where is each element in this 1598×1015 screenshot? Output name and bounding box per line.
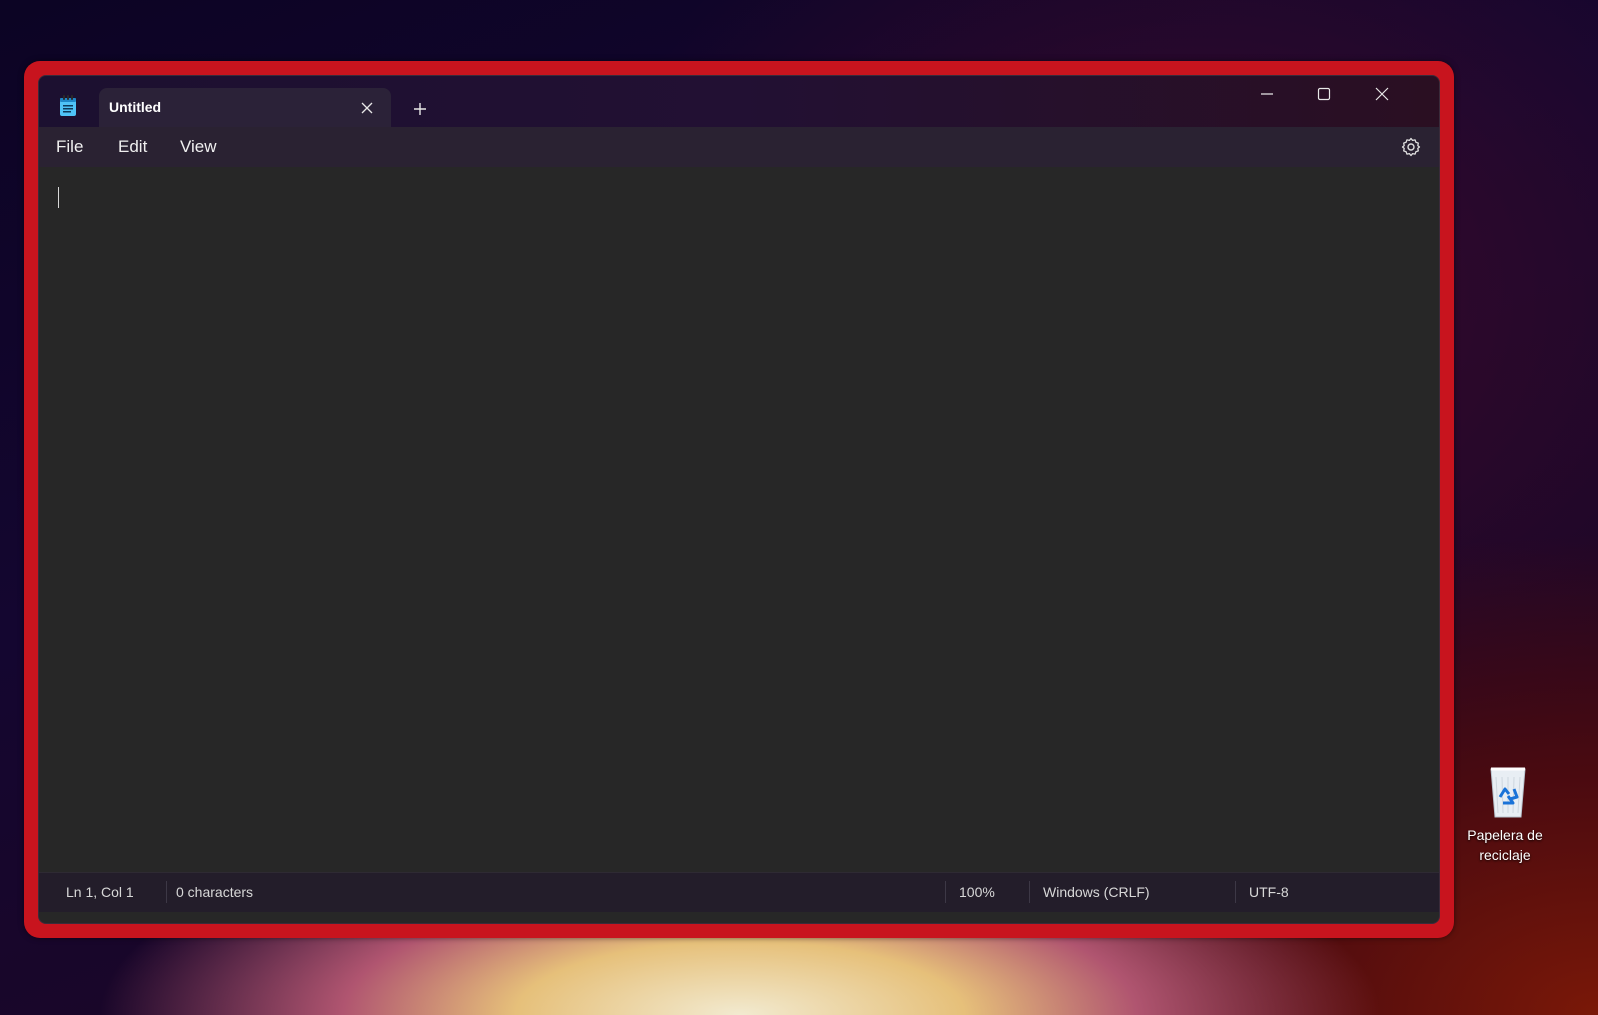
status-divider bbox=[166, 881, 167, 903]
minimize-icon[interactable] bbox=[1238, 76, 1296, 112]
recycle-bin-icon bbox=[1486, 763, 1530, 821]
status-divider bbox=[1029, 881, 1030, 903]
close-icon[interactable] bbox=[1353, 76, 1411, 112]
status-character-count: 0 characters bbox=[176, 884, 254, 900]
maximize-icon[interactable] bbox=[1295, 76, 1353, 112]
tab-close-icon[interactable] bbox=[357, 98, 377, 118]
status-divider bbox=[945, 881, 946, 903]
text-caret bbox=[58, 187, 59, 208]
menu-file[interactable]: File bbox=[48, 127, 91, 167]
menu-view[interactable]: View bbox=[172, 127, 225, 167]
menu-bar: File Edit View bbox=[39, 127, 1439, 167]
status-cursor-position: Ln 1, Col 1 bbox=[66, 884, 134, 900]
status-divider bbox=[1235, 881, 1236, 903]
tab-title: Untitled bbox=[109, 99, 162, 115]
status-zoom[interactable]: 100% bbox=[959, 873, 995, 911]
recycle-bin-shortcut[interactable]: Papelera de reciclaje bbox=[1450, 763, 1560, 873]
title-bar[interactable]: Untitled bbox=[39, 76, 1439, 128]
status-bar: Ln 1, Col 1 0 characters 100% Windows (C… bbox=[39, 872, 1439, 912]
notepad-window: Untitled File Edit View Ln 1, Col 1 0 ch… bbox=[38, 75, 1440, 924]
menu-edit[interactable]: Edit bbox=[110, 127, 155, 167]
status-line-ending[interactable]: Windows (CRLF) bbox=[1043, 873, 1150, 911]
notepad-icon bbox=[58, 95, 78, 117]
tab-untitled[interactable]: Untitled bbox=[99, 88, 391, 128]
status-encoding[interactable]: UTF-8 bbox=[1249, 873, 1289, 911]
gear-icon[interactable] bbox=[1399, 135, 1423, 159]
recycle-bin-label: Papelera de reciclaje bbox=[1467, 827, 1543, 863]
text-editor[interactable] bbox=[39, 167, 1439, 872]
new-tab-plus-icon[interactable] bbox=[407, 96, 433, 122]
desktop: Untitled File Edit View Ln 1, Col 1 0 ch… bbox=[0, 0, 1598, 1015]
